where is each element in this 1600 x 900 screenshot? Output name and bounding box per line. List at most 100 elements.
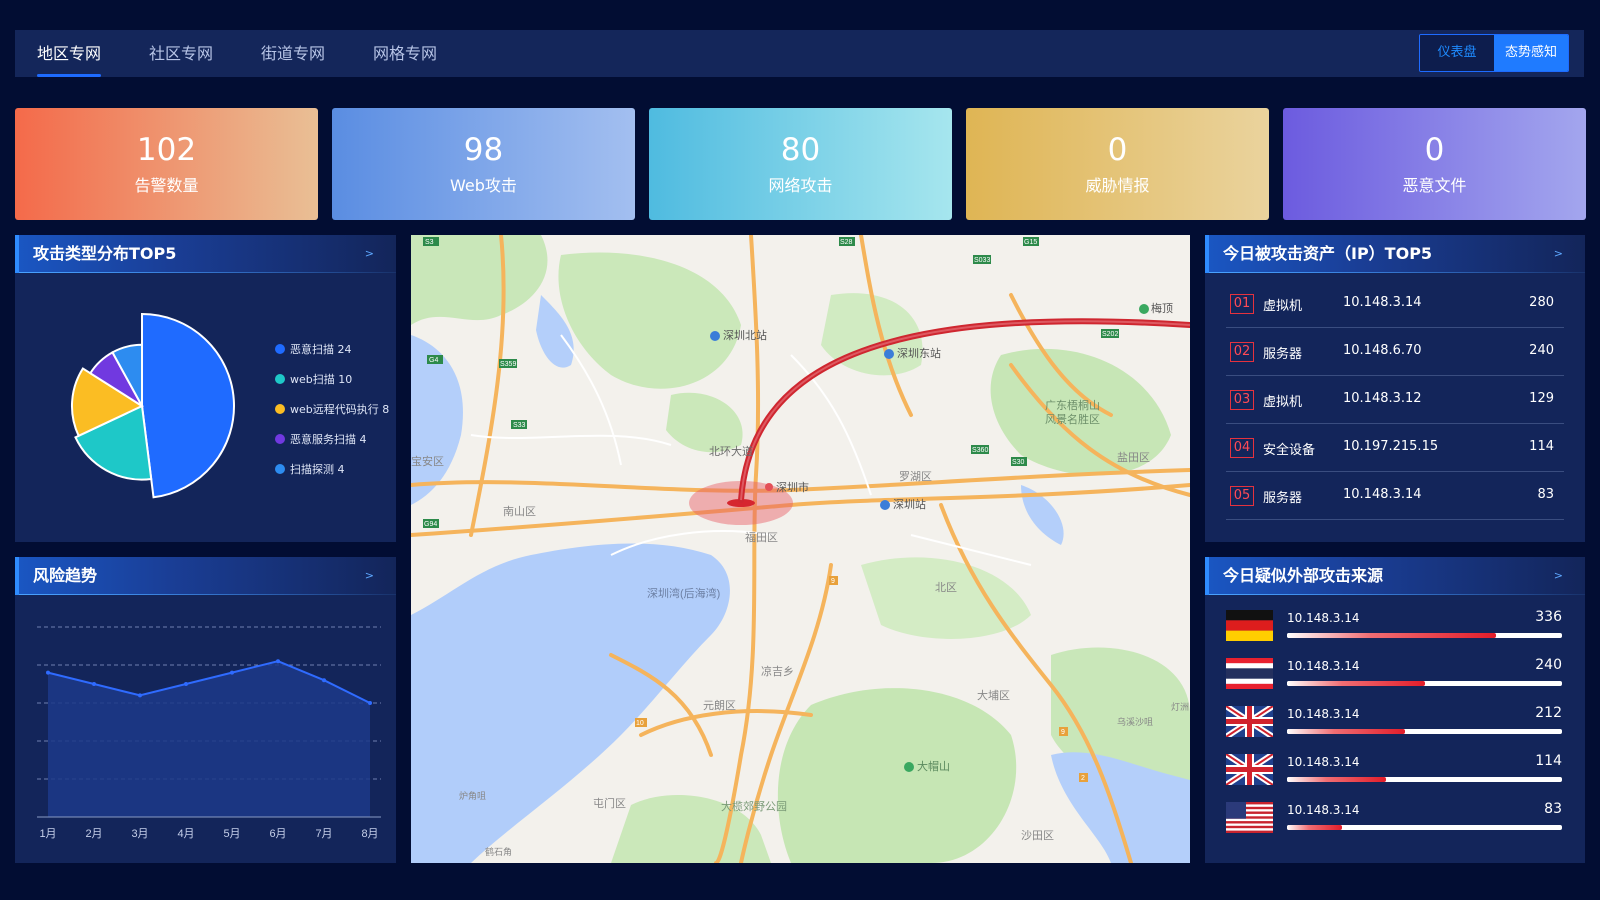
map-canvas[interactable]: 深圳北站 深圳东站 广东梧桐山风景名胜区 北环大道 深圳市 罗湖区 深圳站 盐田… [411,235,1190,863]
rank-badge: 05 [1230,486,1254,506]
asset-count: 114 [1529,439,1554,454]
x-tick-label: 3月 [131,828,148,840]
legend-value: 8 [382,402,390,416]
legend-item: web扫描 10 [275,371,352,387]
station-pin-icon[interactable] [710,331,720,341]
trend-point[interactable] [368,701,372,705]
x-tick-label: 8月 [361,828,378,840]
rank-badge: 03 [1230,390,1254,410]
map-label: 罗湖区 [899,470,932,483]
trend-point[interactable] [230,670,234,675]
tab-street[interactable]: 街道专网 [261,30,325,77]
road-shield: S3 [425,239,434,246]
road-shield: G15 [1024,239,1037,246]
source-bar [1287,777,1562,782]
source-bar [1287,729,1562,734]
network-attack-card: 80 网络攻击 [649,108,952,220]
asset-row[interactable]: 02 服务器 10.148.6.70 240 [1226,328,1564,376]
map-label: 元朗区 [703,699,736,712]
stat-label: 网络攻击 [768,176,833,195]
legend-item: 恶意扫描 24 [275,341,352,357]
source-row[interactable]: 10.148.3.14 240 [1226,653,1565,701]
trend-point[interactable] [322,678,326,683]
road-shield: S359 [500,361,516,368]
map-label: 大帽山 [917,759,950,773]
trend-point[interactable] [92,682,96,686]
source-ip: 10.148.3.14 [1287,707,1360,721]
stat-value: 0 [1107,132,1128,168]
source-bar-fill [1287,777,1386,782]
source-row[interactable]: 10.148.3.14 114 [1226,749,1565,797]
tab-community[interactable]: 社区专网 [149,30,213,77]
city-pin-icon[interactable] [765,483,773,491]
source-count: 83 [1544,801,1562,817]
city-map[interactable]: 深圳北站 深圳东站 广东梧桐山风景名胜区 北环大道 深圳市 罗湖区 深圳站 盐田… [411,235,1190,863]
asset-type: 虚拟机 [1263,395,1303,410]
germany-flag-icon [1226,610,1273,641]
asset-row[interactable]: 03 虚拟机 10.148.3.12 129 [1226,376,1564,424]
asset-ip: 10.148.3.14 [1343,295,1422,310]
chevron-right-icon[interactable]: > [1554,557,1563,595]
map-label: 沙田区 [1021,829,1054,842]
source-ip: 10.148.3.14 [1287,755,1360,769]
trend-point[interactable] [276,659,280,664]
map-label: 南山区 [503,505,536,518]
source-row[interactable]: 10.148.3.14 83 [1226,797,1565,845]
trend-point[interactable] [184,682,188,686]
trend-point[interactable] [46,670,50,675]
asset-row[interactable]: 01 虚拟机 10.148.3.14 280 [1226,280,1564,328]
source-bar-fill [1287,681,1425,686]
situation-view-button[interactable]: 态势感知 [1494,35,1568,71]
trend-point[interactable] [138,693,142,698]
tab-grid[interactable]: 网格专网 [373,30,437,77]
alert-count-card: 102 告警数量 [15,108,318,220]
x-tick-label: 6月 [269,828,286,840]
asset-type: 虚拟机 [1263,299,1303,314]
map-park [777,688,1017,863]
x-tick-label: 1月 [39,828,56,840]
threat-intel-card: 0 威胁情报 [966,108,1269,220]
road-shield: S360 [972,447,988,454]
x-tick-label: 7月 [315,828,332,840]
legend-value: 10 [338,372,353,386]
source-row[interactable]: 10.148.3.14 336 [1226,605,1565,653]
source-row[interactable]: 10.148.3.14 212 [1226,701,1565,749]
asset-ip: 10.197.215.15 [1343,439,1439,454]
legend-value: 4 [359,432,367,446]
pie-slice[interactable] [141,312,235,499]
asset-type: 安全设备 [1263,443,1316,458]
station-pin-icon[interactable] [880,500,890,510]
x-tick-label: 2月 [85,828,102,840]
map-label: 鹤石角 [485,846,512,857]
legend-label: 扫描探测 [290,463,334,476]
stat-value: 0 [1424,132,1445,168]
asset-count: 129 [1529,391,1554,406]
usa-flag-icon [1226,802,1273,833]
tab-region[interactable]: 地区专网 [37,30,102,77]
legend-dot-icon [275,404,285,414]
map-label: 北环大道 [709,444,753,458]
map-label-line: 广东梧桐山 [1045,398,1100,412]
asset-ip: 10.148.6.70 [1343,343,1422,358]
x-tick-label: 5月 [223,828,240,840]
stat-value: 80 [780,132,821,168]
stat-label: Web攻击 [450,176,517,195]
legend-value: 24 [337,342,352,356]
chevron-right-icon[interactable]: > [1554,235,1563,273]
map-label: 屯门区 [593,796,626,810]
legend-value: 4 [337,462,345,476]
legend-dot-icon [275,344,285,354]
mountain-pin-icon[interactable] [904,762,914,772]
mountain-pin-icon[interactable] [1139,304,1149,314]
source-bar-fill [1287,825,1342,830]
rank-badge: 01 [1230,294,1254,314]
dashboard-view-button[interactable]: 仪表盘 [1420,35,1494,71]
map-label: 深圳北站 [723,328,767,342]
map-label: 宝安区 [411,454,444,468]
asset-row[interactable]: 05 服务器 10.148.3.14 83 [1226,472,1564,520]
asset-type: 服务器 [1263,347,1303,362]
station-pin-icon[interactable] [884,349,894,359]
legend-item: 恶意服务扫描 4 [275,431,367,447]
thailand-flag-icon [1226,658,1273,689]
asset-row[interactable]: 04 安全设备 10.197.215.15 114 [1226,424,1564,472]
